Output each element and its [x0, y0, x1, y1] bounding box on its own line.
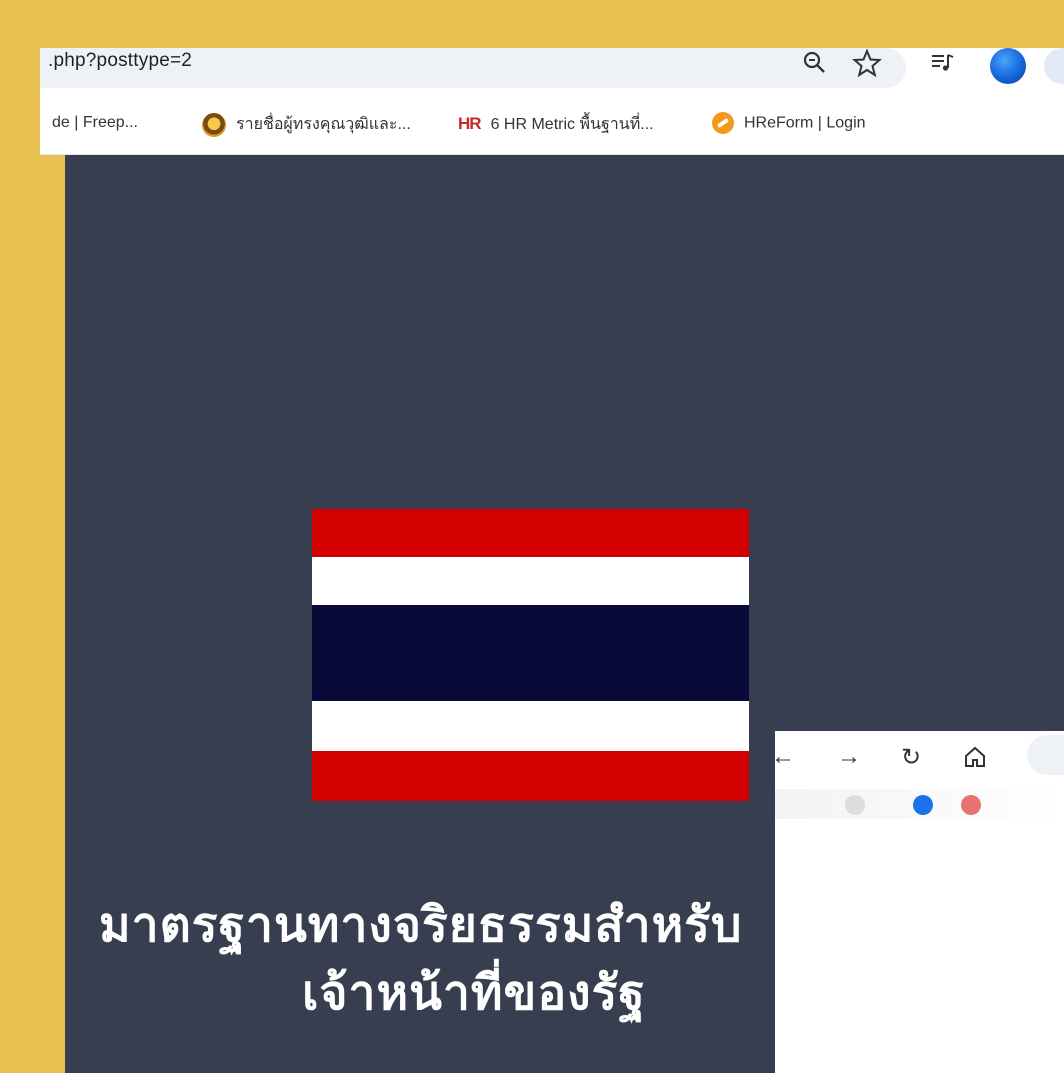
flag-stripe-red	[312, 751, 749, 801]
omnibox[interactable]: .php?posttype=2	[40, 48, 906, 88]
home-icon[interactable]	[963, 745, 987, 769]
flag-stripe-blue	[312, 605, 749, 701]
thai-flag-image	[312, 509, 749, 801]
hr-logo-icon: HR	[458, 114, 482, 133]
star-icon[interactable]	[852, 48, 882, 78]
bookmark-item[interactable]: HReForm | Login	[712, 112, 866, 134]
avatar[interactable]	[990, 48, 1026, 84]
bookmark-item[interactable]: de | Freep...	[52, 112, 138, 132]
site-info-icon[interactable]	[1027, 735, 1064, 775]
zoom-icon[interactable]	[802, 50, 828, 76]
bookmark-item[interactable]: HR 6 HR Metric พื้นฐานที่...	[458, 112, 654, 137]
hreform-logo-icon	[712, 112, 734, 134]
bookmark-item[interactable]: รายชื่อผู้ทรงคุณวุฒิและ...	[202, 112, 411, 137]
emblem-icon	[202, 112, 226, 137]
extension-button[interactable]	[1044, 48, 1064, 84]
screenshot: .php?posttype=2 de | Freep... รายชื่อผู้…	[0, 48, 1064, 1073]
overlay-browser-window: ← → ↻	[771, 731, 1064, 1073]
bookmark-icon[interactable]	[913, 795, 933, 815]
page-title-line2: เจ้าหน้าที่ของรัฐ	[302, 965, 646, 1021]
bookmark-icon[interactable]	[845, 795, 865, 815]
overlay-bookmarks-bar	[775, 789, 1064, 819]
bookmark-icon[interactable]	[961, 795, 981, 815]
flag-stripe-white	[312, 557, 749, 605]
media-control-icon[interactable]	[930, 50, 956, 76]
flag-stripe-white	[312, 701, 749, 751]
bookmarks-bar: de | Freep... รายชื่อผู้ทรงคุณวุฒิและ...…	[40, 94, 1064, 155]
address-bar: .php?posttype=2	[40, 48, 1064, 94]
bookmark-label: de | Freep...	[52, 114, 138, 131]
bookmark-label: HReForm | Login	[744, 114, 866, 132]
back-arrow-icon[interactable]: ←	[771, 743, 795, 771]
page-title-line1: มาตรฐานทางจริยธรรมสำหรับ	[99, 897, 743, 953]
url-text[interactable]: .php?posttype=2	[48, 50, 192, 72]
forward-arrow-icon[interactable]: →	[837, 743, 861, 771]
reload-icon[interactable]: ↻	[901, 743, 921, 772]
flag-stripe-red	[312, 509, 749, 557]
bookmark-label: รายชื่อผู้ทรงคุณวุฒิและ...	[236, 116, 411, 133]
bookmark-label: 6 HR Metric พื้นฐานที่...	[490, 116, 654, 133]
